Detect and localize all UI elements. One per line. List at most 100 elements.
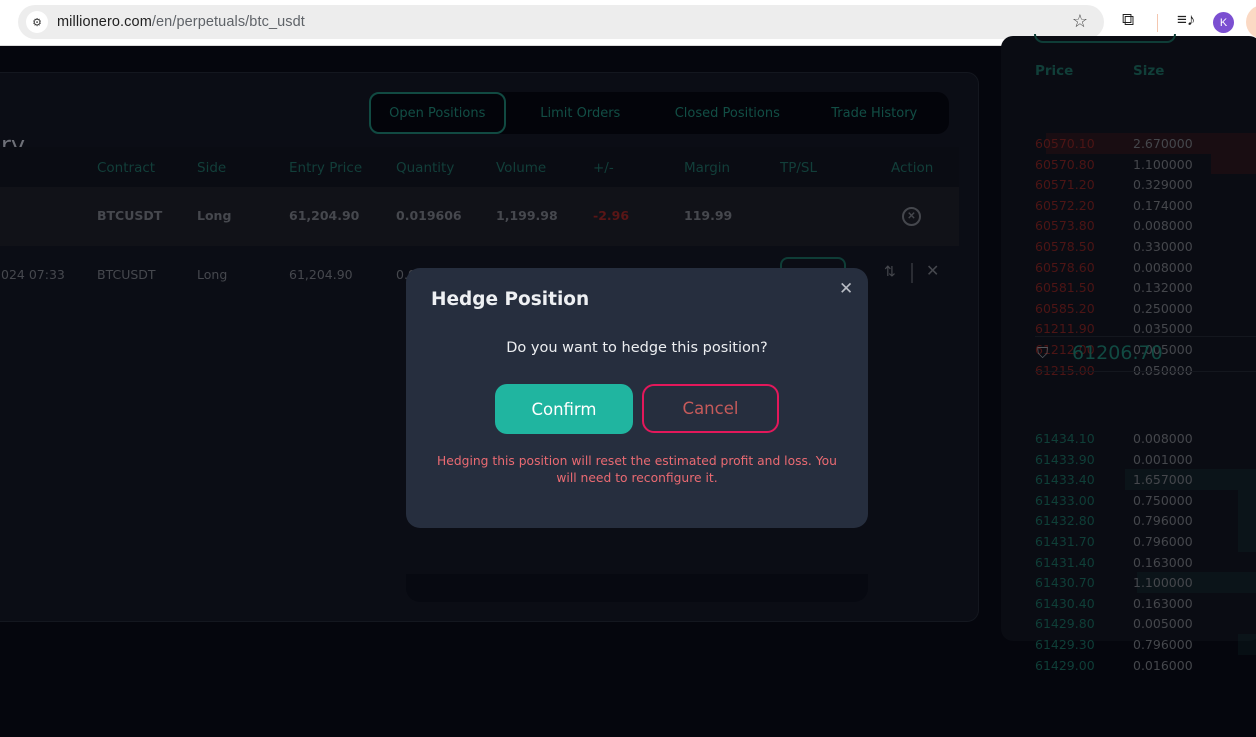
- column-tpsl: TP/SL: [780, 160, 818, 176]
- ask-row[interactable]: 60573.80 0.008000: [1035, 215, 1256, 236]
- order-price: 61432.80: [1035, 513, 1095, 529]
- order-size: 0.250000: [1133, 300, 1193, 316]
- order-price: 61431.70: [1035, 534, 1095, 549]
- column-quantity: Quantity: [396, 160, 455, 176]
- orderbook-size-header: Size: [1133, 63, 1165, 79]
- cell-entry-price: 61,204.90: [289, 208, 360, 223]
- ask-row[interactable]: 60570.80 1.100000: [1035, 153, 1256, 175]
- ask-row[interactable]: 60585.20 0.250000: [1035, 298, 1256, 319]
- hedge-swap-icon[interactable]: ⇅: [884, 263, 896, 280]
- order-price: 61429.80: [1035, 616, 1095, 632]
- ask-row[interactable]: 60571.20 0.329000: [1035, 174, 1256, 195]
- mid-price-row: ⛉ 61206.70: [1035, 336, 1256, 372]
- ask-row[interactable]: 60578.60 0.008000: [1035, 257, 1256, 278]
- order-price: 60578.60: [1035, 259, 1095, 275]
- order-size: 0.163000: [1133, 554, 1193, 570]
- column-pnl: +/-: [593, 160, 614, 176]
- order-price: 60570.80: [1035, 156, 1095, 172]
- dialog-title: Hedge Position: [431, 289, 590, 310]
- order-size: 1.657000: [1133, 472, 1193, 488]
- action-divider: [911, 263, 913, 283]
- depth-bar: [1211, 153, 1256, 175]
- close-icon[interactable]: ✕: [926, 261, 939, 281]
- positions-tabs: Open Positions Limit Orders Closed Posit…: [369, 92, 949, 134]
- order-price: 60578.50: [1035, 239, 1095, 254]
- tab-limit-orders[interactable]: Limit Orders: [506, 92, 655, 134]
- orderbook-toggle-button[interactable]: [1034, 34, 1176, 43]
- tab-open-positions[interactable]: Open Positions: [369, 92, 506, 134]
- order-price: 61433.40: [1035, 472, 1095, 488]
- order-size: 0.796000: [1133, 637, 1193, 652]
- table-row[interactable]: BTCUSDT Long 61,204.90 0.019606 1,199.98…: [0, 187, 959, 246]
- bookmark-star-icon[interactable]: ☆: [1072, 11, 1088, 32]
- order-book: Price Size 60570.10 2.670000 60570.80 1.100…: [1001, 34, 1256, 673]
- bid-row[interactable]: 61430.40 0.163000: [1035, 593, 1256, 614]
- hedge-position-dialog: Hedge Position ✕ Do you want to hedge th…: [406, 268, 868, 528]
- extensions-icon[interactable]: ⧉: [1122, 10, 1134, 30]
- depth-bar: [1238, 634, 1256, 655]
- tab-closed-positions[interactable]: Closed Positions: [655, 92, 800, 134]
- depth-bar: [1238, 531, 1256, 552]
- order-size: 0.174000: [1133, 197, 1193, 213]
- order-size: 0.330000: [1133, 239, 1193, 254]
- bid-row[interactable]: 61433.00 0.750000: [1035, 489, 1256, 511]
- cell-side: Long: [197, 267, 228, 282]
- confirm-button[interactable]: Confirm: [495, 384, 633, 434]
- order-price: 61211.90: [1035, 321, 1095, 337]
- column-contract: Contract: [97, 160, 156, 176]
- bid-row[interactable]: 61429.30 0.796000: [1035, 634, 1256, 655]
- cell-pnl: -2.96: [593, 208, 630, 223]
- site-settings-icon[interactable]: ⚙: [26, 11, 48, 33]
- bid-row[interactable]: 61434.10 0.008000: [1035, 428, 1256, 449]
- cell-time: 024 07:33: [1, 267, 65, 282]
- ask-row[interactable]: 60572.20 0.174000: [1035, 195, 1256, 216]
- order-size: 1.100000: [1133, 156, 1193, 172]
- column-volume: Volume: [496, 160, 547, 176]
- bid-row[interactable]: 61431.70 0.796000: [1035, 531, 1256, 552]
- bid-row[interactable]: 61429.00 0.016000: [1035, 655, 1256, 676]
- ask-row[interactable]: 60581.50 0.132000: [1035, 277, 1256, 298]
- modal-shadow: [406, 574, 868, 602]
- bid-row[interactable]: 61433.40 1.657000: [1035, 469, 1256, 490]
- secondary-profile-avatar[interactable]: [1246, 5, 1256, 39]
- address-bar[interactable]: ⚙ millionero.com/en/perpetuals/btc_usdt …: [18, 5, 1104, 39]
- ask-row[interactable]: 60570.10 2.670000: [1035, 133, 1256, 154]
- close-position-icon[interactable]: ✕: [902, 207, 921, 226]
- bid-row[interactable]: 61433.90 0.001000: [1035, 449, 1256, 470]
- order-size: 0.001000: [1133, 451, 1193, 467]
- ask-row[interactable]: 60578.50 0.330000: [1035, 236, 1256, 257]
- order-price: 60585.20: [1035, 300, 1095, 316]
- bid-row[interactable]: 61429.80 0.005000: [1035, 613, 1256, 634]
- cell-margin: 119.99: [684, 208, 733, 223]
- order-size: 0.016000: [1133, 657, 1193, 673]
- order-size: 0.796000: [1133, 513, 1193, 529]
- cell-quantity: 0.019606: [396, 208, 462, 223]
- order-price: 60581.50: [1035, 280, 1095, 296]
- bid-row[interactable]: 61430.70 1.100000: [1035, 572, 1256, 593]
- url-text[interactable]: millionero.com/en/perpetuals/btc_usdt: [57, 14, 305, 30]
- order-size: 0.008000: [1133, 431, 1193, 446]
- order-price: 61433.90: [1035, 451, 1095, 467]
- bid-row[interactable]: 61432.80 0.796000: [1035, 510, 1256, 531]
- url-domain: millionero.com: [57, 14, 152, 30]
- cell-contract: BTCUSDT: [97, 267, 156, 282]
- profile-avatar[interactable]: K: [1213, 12, 1234, 33]
- media-control-icon[interactable]: ≡♪: [1177, 10, 1195, 30]
- order-size: 0.008000: [1133, 259, 1193, 275]
- cancel-button[interactable]: Cancel: [642, 384, 779, 433]
- order-price: 61430.40: [1035, 595, 1095, 611]
- cell-contract: BTCUSDT: [97, 208, 163, 223]
- column-entry-price: Entry Price: [289, 160, 363, 176]
- orderbook-price-header: Price: [1035, 63, 1074, 79]
- close-icon[interactable]: ✕: [839, 279, 853, 299]
- order-size: 0.796000: [1133, 534, 1193, 549]
- order-size: 0.008000: [1133, 218, 1193, 234]
- tab-trade-history[interactable]: Trade History: [800, 92, 949, 134]
- order-size: 0.329000: [1133, 177, 1193, 193]
- bid-row[interactable]: 61431.40 0.163000: [1035, 552, 1256, 573]
- depth-bar: [1238, 489, 1256, 511]
- mid-price: 61206.70: [1072, 342, 1163, 364]
- order-size: 1.100000: [1133, 575, 1193, 591]
- order-price: 60571.20: [1035, 177, 1095, 193]
- order-size: 0.035000: [1133, 321, 1193, 337]
